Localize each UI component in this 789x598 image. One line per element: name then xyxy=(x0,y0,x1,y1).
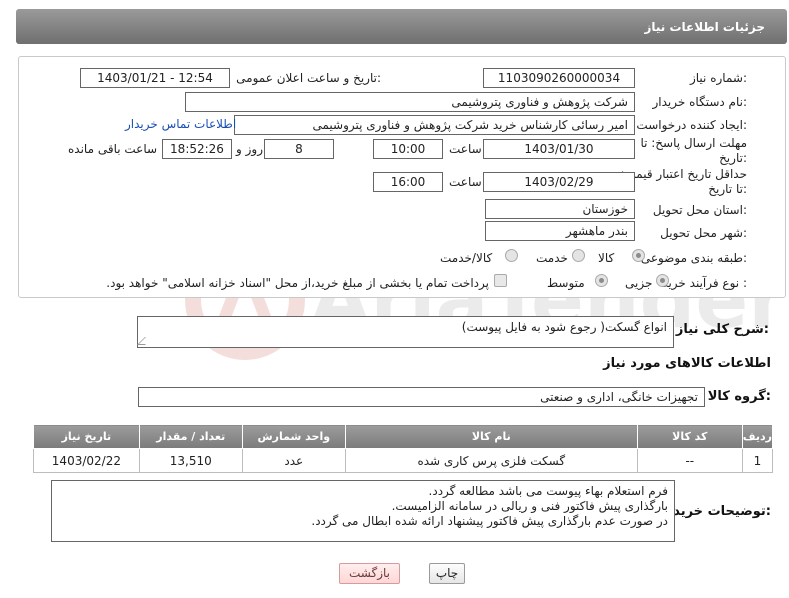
resize-grip-icon xyxy=(137,337,153,345)
print-button[interactable]: چاپ xyxy=(429,563,465,584)
announce-datetime-label: تاریخ و ساعت اعلان عمومی: xyxy=(236,71,381,85)
col-date-header: تاریخ نیاز xyxy=(33,424,140,449)
category-label: طبقه بندی موضوعی: xyxy=(640,251,747,265)
category-service-label: خدمت xyxy=(536,251,568,265)
reply-date-field: 1403/01/30 xyxy=(483,139,635,159)
requester-field: امیر رسائی کارشناس خرید شرکت پژوهش و فنا… xyxy=(234,115,635,135)
col-name-header: نام کالا xyxy=(344,424,638,449)
page-header: جزئیات اطلاعات نیاز xyxy=(16,9,787,44)
page-title: جزئیات اطلاعات نیاز xyxy=(644,20,765,34)
cell-name: گسکت فلزی پرس کاری شده xyxy=(344,448,638,473)
table-header-row: ردیف کد کالا نام کالا واحد شمارش تعداد /… xyxy=(33,424,774,449)
purchase-minor-radio[interactable] xyxy=(656,274,669,287)
buyer-org-field: شرکت پژوهش و فناوری پتروشیمی xyxy=(185,92,635,112)
items-table: ردیف کد کالا نام کالا واحد شمارش تعداد /… xyxy=(33,424,774,473)
category-service-radio[interactable] xyxy=(572,249,585,262)
buyer-notes-line-3: در صورت عدم بارگذاری پیش فاکتور پیشنهاد … xyxy=(311,514,668,528)
back-button[interactable]: بازگشت xyxy=(339,563,400,584)
days-label: روز و xyxy=(236,142,263,156)
purchase-minor-label: جزیی xyxy=(625,276,653,290)
price-validity-time-label: ساعت xyxy=(449,175,482,189)
reply-time-label: ساعت xyxy=(449,142,482,156)
delivery-city-field: بندر ماهشهر xyxy=(485,221,635,241)
cell-qty: 13,510 xyxy=(138,448,243,473)
table-row: 1 -- گسکت فلزی پرس کاری شده عدد 13,510 1… xyxy=(33,448,774,473)
delivery-city-label: شهر محل تحویل: xyxy=(660,226,747,240)
reply-deadline-label: مهلت ارسال پاسخ: تا تاریخ: xyxy=(640,136,747,165)
cell-code: -- xyxy=(636,448,743,473)
announce-datetime-field: 1403/01/21 - 12:54 xyxy=(80,68,230,88)
description-label: شرح کلی نیاز: xyxy=(675,322,769,337)
col-qty-header: تعداد / مقدار xyxy=(138,424,243,449)
buyer-org-label: نام دستگاه خریدار: xyxy=(652,95,748,109)
cell-date: 1403/02/22 xyxy=(33,448,140,473)
reply-time-field: 10:00 xyxy=(373,139,443,159)
purchase-medium-radio[interactable] xyxy=(595,274,608,287)
price-validity-time-field: 16:00 xyxy=(373,172,443,192)
category-goods-radio[interactable] xyxy=(632,249,645,262)
buyer-contact-link[interactable]: اطلاعات تماس خریدار xyxy=(125,117,236,131)
description-text: انواع گسکت( رجوع شود به فایل پیوست) xyxy=(461,320,667,334)
buyer-notes-label: توضیحات خریدار: xyxy=(661,504,771,519)
delivery-province-field: خوزستان xyxy=(485,199,635,219)
requester-label: ایجاد کننده درخواست: xyxy=(636,118,747,132)
need-number-label: شماره نیاز: xyxy=(689,71,747,85)
category-goods-label: کالا xyxy=(598,251,615,265)
goods-group-field: تجهیزات خانگی، اداری و صنعتی xyxy=(138,387,705,407)
goods-group-label: گروه کالا: xyxy=(707,389,771,404)
treasury-payment-checkbox[interactable] xyxy=(494,274,507,287)
buyer-notes-line-2: بارگذاری پیش فاکتور فنی و ریالی در سامان… xyxy=(391,499,668,513)
category-goods-service-label: کالا/خدمت xyxy=(440,251,493,265)
buyer-notes-line-1: فرم استعلام بهاء پیوست می باشد مطالعه گر… xyxy=(428,484,668,498)
cell-row: 1 xyxy=(741,448,774,473)
goods-section-title: اطلاعات کالاهای مورد نیاز xyxy=(603,356,771,371)
purchase-type-label: نوع فرآیند خرید : xyxy=(662,276,747,290)
description-textarea: انواع گسکت( رجوع شود به فایل پیوست) xyxy=(137,316,674,348)
cell-unit: عدد xyxy=(241,448,346,473)
remaining-label: ساعت باقی مانده xyxy=(68,142,158,156)
price-validity-label: حداقل تاریخ اعتبار قیمت: تا تاریخ: xyxy=(620,167,747,196)
buyer-notes-textarea: فرم استعلام بهاء پیوست می باشد مطالعه گر… xyxy=(51,480,675,542)
category-goods-service-radio[interactable] xyxy=(505,249,518,262)
remaining-time-field: 18:52:26 xyxy=(162,139,232,159)
need-number-field: 1103090260000034 xyxy=(483,68,635,88)
purchase-medium-label: متوسط xyxy=(547,276,585,290)
col-row-header: ردیف xyxy=(741,424,774,449)
days-field: 8 xyxy=(264,139,334,159)
delivery-province-label: استان محل تحویل: xyxy=(652,203,747,217)
treasury-payment-note: پرداخت تمام یا بخشی از مبلغ خرید،از محل … xyxy=(106,276,489,290)
col-code-header: کد کالا xyxy=(636,424,743,449)
price-validity-date-field: 1403/02/29 xyxy=(483,172,635,192)
col-unit-header: واحد شمارش xyxy=(241,424,346,449)
